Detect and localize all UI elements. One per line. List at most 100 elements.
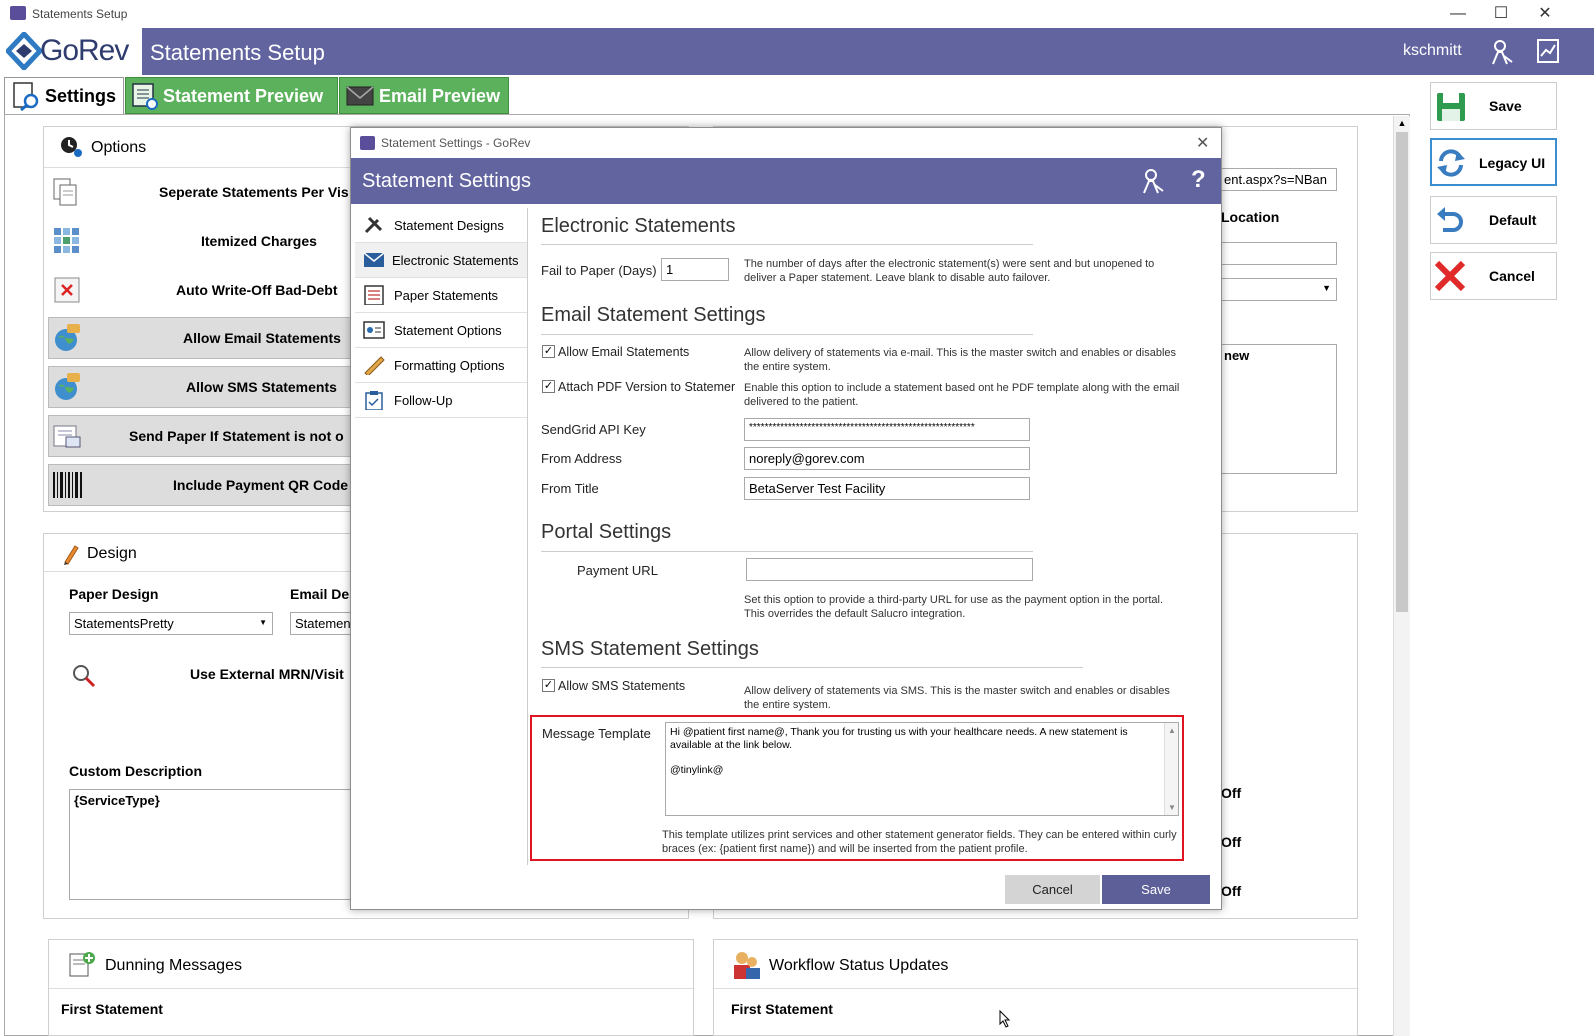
option-allow-sms[interactable]: Allow SMS Statements	[48, 366, 354, 408]
nav-formatting-options[interactable]: Formatting Options	[355, 348, 527, 383]
scroll-up-icon[interactable]: ▲	[1168, 726, 1176, 735]
location-field[interactable]	[1219, 242, 1337, 265]
nav-follow-up[interactable]: Follow-Up	[355, 383, 527, 418]
from-title-input[interactable]: BetaServer Test Facility	[744, 477, 1030, 500]
dunning-first-label: First Statement	[61, 1001, 163, 1017]
scroll-down-icon[interactable]: ▼	[1168, 803, 1176, 812]
undo-icon	[1437, 207, 1463, 232]
user-settings-icon[interactable]	[1490, 38, 1514, 66]
app-icon	[10, 6, 26, 20]
statement-preview-icon	[132, 83, 158, 110]
textarea-text: new	[1224, 348, 1250, 363]
attach-pdf-label: Attach PDF Version to Statemer	[558, 380, 736, 394]
option-itemized-charges[interactable]: Itemized Charges	[48, 220, 354, 262]
nav-electronic-statements[interactable]: Electronic Statements	[355, 243, 527, 278]
mouse-cursor-icon	[999, 1010, 1011, 1028]
paper-design-select[interactable]: StatementsPretty ▼	[69, 612, 273, 635]
tab-statement-preview-label: Statement Preview	[163, 86, 324, 106]
nav-statement-options[interactable]: Statement Options	[355, 313, 527, 348]
tab-settings[interactable]: Settings	[4, 77, 124, 114]
scroll-thumb[interactable]	[1396, 132, 1408, 612]
workers-icon	[734, 952, 760, 979]
message-template-label: Message Template	[542, 726, 651, 741]
clock-gear-icon	[61, 137, 82, 157]
toggle-off-1[interactable]: Off	[1221, 785, 1241, 801]
save-label: Save	[1489, 98, 1522, 114]
tab-email-preview[interactable]: Email Preview	[339, 77, 509, 114]
attach-pdf-help: Enable this option to include a statemen…	[744, 382, 1180, 408]
toggle-off-3[interactable]: Off	[1221, 883, 1241, 899]
location-dropdown[interactable]: ▼	[1219, 278, 1337, 301]
tab-statement-preview[interactable]: Statement Preview	[125, 77, 338, 114]
dialog-app-icon	[360, 136, 375, 150]
payment-url-label: Payment URL	[577, 563, 658, 578]
scroll-up-icon[interactable]: ▲	[1396, 118, 1408, 130]
template-scrollbar[interactable]: ▲ ▼	[1164, 723, 1178, 815]
fail-to-paper-input[interactable]: 1	[661, 258, 729, 281]
message-template-textarea[interactable]: Hi @patient first name@, Thank you for t…	[665, 722, 1179, 816]
pencil-icon	[64, 545, 79, 565]
workflow-first-label: First Statement	[731, 1001, 833, 1017]
main-scrollbar[interactable]: ▲	[1393, 116, 1410, 1036]
dunning-title: Dunning Messages	[105, 957, 242, 974]
document-add-icon	[69, 952, 95, 977]
page-title: Statements Setup	[150, 40, 325, 65]
option-qr-code[interactable]: Include Payment QR Code	[48, 464, 354, 506]
option-separate-statements[interactable]: Seperate Statements Per Vis	[48, 171, 354, 213]
option-label: Allow SMS Statements	[186, 379, 337, 395]
custom-description-field[interactable]: {ServiceType}	[69, 789, 359, 900]
maximize-button[interactable]: ☐	[1486, 4, 1516, 24]
paper-design-value: StatementsPretty	[74, 616, 174, 631]
cancel-side-button[interactable]: Cancel	[1430, 252, 1557, 300]
option-auto-write-off[interactable]: Auto Write-Off Bad-Debt	[48, 269, 354, 311]
nav-statement-designs[interactable]: Statement Designs	[355, 208, 527, 243]
attach-pdf-checkbox[interactable]: ✓	[542, 380, 555, 393]
workflow-panel: Workflow Status Updates First Statement	[713, 939, 1358, 1036]
nav-label: Statement Options	[394, 323, 502, 338]
close-window-button[interactable]: ✕	[1530, 4, 1560, 24]
dialog-save-button[interactable]: Save	[1102, 875, 1210, 904]
allow-sms-checkbox[interactable]: ✓	[542, 679, 555, 692]
sendgrid-label: SendGrid API Key	[541, 422, 646, 437]
dialog-close-icon[interactable]: ✕	[1196, 133, 1209, 153]
toggle-off-2[interactable]: Off	[1221, 834, 1241, 850]
from-address-input[interactable]: noreply@gorev.com	[744, 447, 1030, 470]
sendgrid-input[interactable]: ****************************************…	[744, 418, 1030, 441]
delete-doc-icon	[54, 277, 80, 303]
user-settings-icon[interactable]	[1141, 167, 1165, 195]
ruler-pencil-icon	[364, 356, 385, 375]
grid-icon	[54, 228, 79, 253]
option-allow-email[interactable]: Allow Email Statements	[48, 317, 354, 359]
dialog-titlebar: Statement Settings - GoRev ✕	[351, 128, 1221, 158]
reports-icon[interactable]	[1536, 38, 1560, 64]
nav-paper-statements[interactable]: Paper Statements	[355, 278, 527, 313]
app-header: GoRev Statements Setup kschmitt	[0, 28, 1594, 75]
legacy-ui-button[interactable]: Legacy UI	[1430, 138, 1557, 186]
payment-url-input[interactable]	[746, 558, 1033, 581]
default-button[interactable]: Default	[1430, 196, 1557, 244]
logo-text: GoRev	[40, 34, 129, 67]
url-field[interactable]: ent.aspx?s=NBan	[1219, 168, 1337, 191]
right-textarea[interactable]: new	[1219, 344, 1337, 474]
documents-icon	[53, 178, 77, 206]
refresh-icon	[1437, 149, 1465, 177]
allow-email-checkbox[interactable]: ✓	[542, 345, 555, 358]
allow-email-label: Allow Email Statements	[558, 345, 690, 359]
option-send-paper[interactable]: Send Paper If Statement is not o	[48, 415, 354, 457]
logo: GoRev	[0, 28, 142, 75]
paper-mail-icon	[53, 425, 81, 448]
allow-sms-label: Allow SMS Statements	[558, 679, 686, 693]
nav-label: Follow-Up	[394, 393, 453, 408]
option-label: Include Payment QR Code	[173, 477, 349, 493]
sms-settings-title: SMS Statement Settings	[541, 638, 759, 660]
dialog-cancel-button[interactable]: Cancel	[1005, 875, 1100, 904]
external-mrn-label[interactable]: Use External MRN/Visit	[190, 666, 344, 682]
from-address-label: From Address	[541, 451, 622, 466]
option-label: Allow Email Statements	[183, 330, 341, 346]
save-button[interactable]: Save	[1430, 82, 1557, 130]
options-window-icon	[363, 321, 385, 339]
help-icon[interactable]: ?	[1191, 166, 1206, 194]
chevron-down-icon: ▼	[259, 618, 267, 627]
magnifier-icon	[73, 665, 96, 688]
minimize-button[interactable]: —	[1443, 4, 1473, 24]
